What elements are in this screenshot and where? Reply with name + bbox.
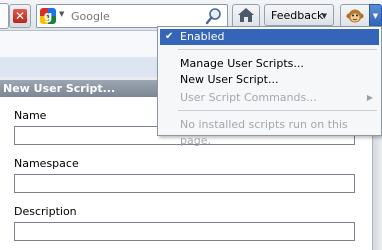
search-box[interactable]: g ▼ — [36, 4, 228, 28]
menu-item-user-script-commands[interactable]: User Script Commands... ▶ — [160, 90, 379, 106]
namespace-field[interactable] — [14, 174, 355, 193]
greasemonkey-button[interactable] — [340, 4, 370, 28]
menu-item-new-user-script[interactable]: New User Script... — [160, 72, 379, 88]
home-button[interactable] — [232, 4, 260, 28]
menu-item-label: User Script Commands... — [180, 91, 317, 104]
feedback-button[interactable]: Feedback ▼ — [264, 4, 334, 26]
menu-separator — [178, 110, 377, 111]
menu-item-no-scripts: No installed scripts run on this page. — [160, 117, 379, 147]
submenu-arrow-icon: ▶ — [366, 93, 373, 102]
greasemonkey-menu: ✔ Enabled Manage User Scripts... New Use… — [157, 26, 382, 147]
chevron-down-icon: ▼ — [321, 12, 327, 20]
monkey-icon — [346, 9, 364, 23]
menu-separator — [178, 49, 377, 50]
x-icon: ✕ — [13, 9, 27, 23]
description-field[interactable] — [14, 222, 355, 241]
menu-item-label: Manage User Scripts... — [180, 57, 304, 70]
menu-item-label: New User Script... — [180, 73, 279, 86]
google-icon[interactable]: g — [40, 8, 56, 24]
description-label: Description — [14, 205, 77, 218]
search-input[interactable] — [71, 5, 201, 27]
home-icon — [238, 8, 254, 22]
toolbar-left-edge — [0, 3, 9, 29]
greasemonkey-dropdown-arrow-icon[interactable]: ▼ — [369, 4, 382, 28]
feedback-label: Feedback — [271, 9, 324, 22]
engine-dropdown-arrow-icon[interactable]: ▼ — [59, 10, 64, 18]
menu-item-enabled[interactable]: ✔ Enabled — [160, 29, 379, 45]
stop-button[interactable]: ✕ — [9, 4, 31, 28]
checkmark-icon: ✔ — [165, 31, 174, 42]
namespace-label: Namespace — [14, 157, 79, 170]
menu-item-label: Enabled — [180, 30, 225, 43]
name-label: Name — [14, 109, 47, 122]
menu-item-manage-user-scripts[interactable]: Manage User Scripts... — [160, 56, 379, 72]
magnifier-icon[interactable] — [205, 7, 223, 25]
